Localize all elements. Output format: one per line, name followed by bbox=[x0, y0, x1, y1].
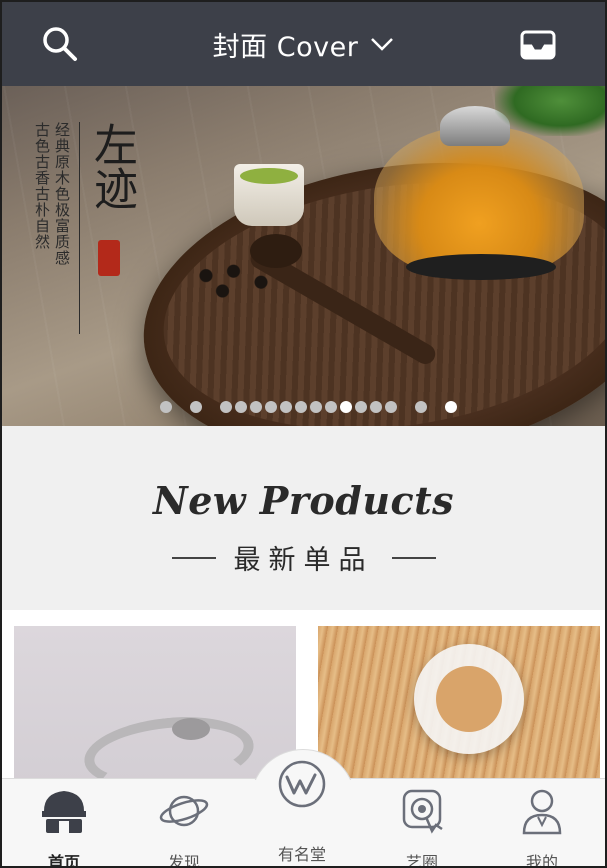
cat-ring-hole bbox=[436, 666, 502, 732]
search-icon[interactable] bbox=[40, 24, 80, 64]
banner-divider bbox=[79, 122, 80, 334]
teapot-warmer-base bbox=[406, 254, 556, 280]
tab-discover[interactable]: 发现 bbox=[134, 787, 234, 868]
tab-home[interactable]: 首页 bbox=[14, 787, 114, 868]
carousel-dot[interactable] bbox=[265, 401, 277, 413]
product-card-cat-ring[interactable] bbox=[318, 626, 600, 786]
green-plant-image bbox=[495, 86, 605, 136]
carousel-dot[interactable] bbox=[250, 401, 262, 413]
top-navigation-bar: 封面 Cover bbox=[2, 2, 605, 86]
carousel-pagination-dots[interactable] bbox=[160, 400, 460, 414]
carousel-dot-active[interactable] bbox=[340, 401, 352, 413]
new-products-section-header: New Products 最新单品 bbox=[2, 426, 605, 610]
tab-discover-label: 发现 bbox=[167, 853, 200, 868]
chevron-down-icon bbox=[371, 38, 394, 51]
banner-slogan-line-1: 经典原木色极富质感 bbox=[53, 122, 71, 266]
tab-home-label: 首页 bbox=[47, 853, 80, 868]
carousel-dot[interactable] bbox=[370, 401, 382, 413]
tab-art-circle-label: 艺圈 bbox=[405, 853, 438, 868]
wooden-spoon-head bbox=[250, 234, 302, 268]
planet-icon bbox=[159, 795, 209, 827]
carousel-dot[interactable] bbox=[280, 401, 292, 413]
green-tea-surface bbox=[240, 168, 298, 184]
tab-famous[interactable]: 有名堂 bbox=[252, 749, 352, 864]
home-icon bbox=[42, 791, 86, 833]
carousel-dot[interactable] bbox=[325, 401, 337, 413]
inbox-icon[interactable] bbox=[519, 26, 557, 62]
cover-title-dropdown[interactable]: 封面 Cover bbox=[213, 25, 395, 64]
carousel-dot[interactable] bbox=[355, 401, 367, 413]
silver-ring-image bbox=[80, 709, 258, 786]
carousel-dot[interactable] bbox=[310, 401, 322, 413]
carousel-dot-highlight[interactable] bbox=[445, 401, 457, 413]
page-title: 封面 Cover bbox=[212, 31, 359, 63]
bottom-tab-bar: 首页 发现 有名堂 艺圈 我的 bbox=[2, 749, 605, 868]
banner-brand-name: 左迹 bbox=[86, 122, 137, 210]
carousel-dot[interactable] bbox=[160, 401, 172, 413]
silver-ring-tip bbox=[172, 718, 210, 740]
tab-mine-label: 我的 bbox=[525, 853, 558, 868]
carousel-dot[interactable] bbox=[235, 401, 247, 413]
section-title-zh: 最新单品 bbox=[233, 545, 374, 576]
carousel-dot[interactable] bbox=[190, 401, 202, 413]
carousel-dot[interactable] bbox=[220, 401, 232, 413]
divider-line-left bbox=[171, 556, 216, 559]
brand-w-icon bbox=[278, 760, 326, 808]
carousel-dot[interactable] bbox=[295, 401, 307, 413]
banner-slogan-line-2: 古色古香古朴自然 bbox=[33, 122, 51, 250]
divider-line-right bbox=[391, 556, 436, 559]
tab-mine[interactable]: 我的 bbox=[492, 787, 592, 868]
tab-art-circle[interactable]: 艺圈 bbox=[372, 787, 472, 868]
app-frame: 封面 Cover 经典原木色极富质感 古色古香古朴自然 左迹 New Produ… bbox=[0, 0, 607, 868]
target-icon bbox=[402, 789, 443, 834]
section-subtitle-row: 最新单品 bbox=[2, 538, 605, 577]
section-title-en: New Products bbox=[152, 478, 455, 523]
user-icon bbox=[522, 789, 562, 835]
carousel-dot[interactable] bbox=[385, 401, 397, 413]
hero-banner-carousel[interactable]: 经典原木色极富质感 古色古香古朴自然 左迹 bbox=[2, 86, 605, 426]
carousel-dot[interactable] bbox=[415, 401, 427, 413]
tab-famous-label: 有名堂 bbox=[277, 845, 326, 864]
red-seal-stamp bbox=[98, 240, 120, 276]
banner-brand-block: 经典原木色极富质感 古色古香古朴自然 左迹 bbox=[32, 116, 142, 334]
